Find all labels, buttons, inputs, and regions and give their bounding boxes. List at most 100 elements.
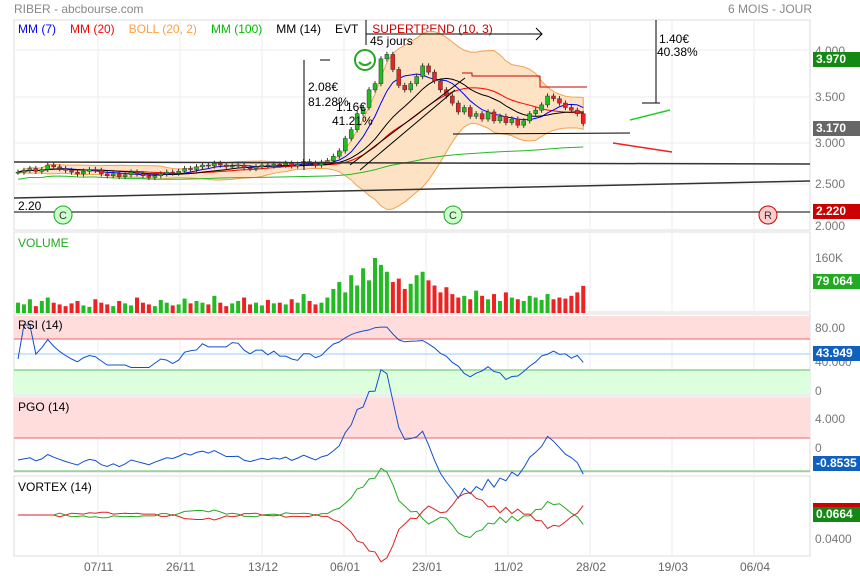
rsi-oversold-zone xyxy=(14,370,810,394)
days-label: 45 jours xyxy=(370,34,413,48)
candle xyxy=(259,164,265,168)
candle xyxy=(116,173,122,177)
candle xyxy=(289,163,294,167)
candle xyxy=(200,164,205,168)
rsi-tag: 43.949 xyxy=(813,346,860,361)
volume-bar xyxy=(438,292,443,313)
trendline xyxy=(13,161,811,165)
candle xyxy=(545,95,550,106)
candle xyxy=(75,171,80,175)
volume-bar xyxy=(396,278,401,313)
volume-bar xyxy=(378,264,383,313)
volume-bar xyxy=(551,299,556,313)
candle xyxy=(69,170,74,173)
candle xyxy=(33,168,39,172)
volume-bar xyxy=(63,306,68,313)
volume-bar xyxy=(295,302,300,313)
candle xyxy=(27,168,33,171)
volume-tick: 160K xyxy=(815,251,844,265)
price-tick: 2.000 xyxy=(815,219,846,233)
volume-bar xyxy=(21,304,26,313)
volume-bar xyxy=(176,304,181,313)
rsi-tick: 0 xyxy=(815,384,822,398)
candle xyxy=(110,173,116,176)
smiley-icon xyxy=(354,49,376,71)
volume-bar xyxy=(367,280,372,313)
candle xyxy=(212,163,217,167)
volume-bar xyxy=(200,302,205,313)
candle xyxy=(515,118,521,126)
volume-bar xyxy=(301,294,306,313)
candle xyxy=(99,170,104,175)
candle xyxy=(158,173,164,176)
volume-tag: 79 064 xyxy=(813,274,860,289)
volume-bar xyxy=(16,302,20,313)
candle xyxy=(15,171,21,174)
volume-bar xyxy=(81,305,86,313)
trendline xyxy=(452,132,631,135)
panel-rsi-title: RSI (14) xyxy=(18,318,63,332)
volume-bar xyxy=(331,288,336,313)
volume-bar xyxy=(486,299,491,313)
volume-bar xyxy=(373,258,377,313)
candle xyxy=(235,164,241,167)
gain2-pct: 41.21% xyxy=(332,114,373,128)
candle xyxy=(402,85,407,91)
volume-bar xyxy=(497,300,502,313)
volume-bar xyxy=(509,297,514,313)
candle xyxy=(456,102,461,113)
volume-bar xyxy=(450,294,455,313)
candle xyxy=(229,165,235,168)
candle xyxy=(497,116,503,122)
candle xyxy=(170,171,175,174)
candle xyxy=(569,107,574,111)
last-price-tag: 3.170 xyxy=(813,121,860,136)
smiley-icon xyxy=(358,61,372,66)
volume-bar xyxy=(69,303,74,313)
candle xyxy=(337,150,342,157)
forecast-down-arrow xyxy=(612,142,673,153)
candle xyxy=(122,174,128,177)
volume-bar xyxy=(182,298,187,313)
candle xyxy=(462,107,467,113)
candle xyxy=(295,163,300,167)
volume-bar xyxy=(307,300,312,313)
panel-pgo-title: PGO (14) xyxy=(18,400,70,414)
chart-svg: CCR xyxy=(13,19,811,563)
candle xyxy=(57,166,62,169)
volume-bar xyxy=(492,294,496,313)
candle xyxy=(539,104,544,111)
date-tick: 19/03 xyxy=(658,560,689,574)
candle xyxy=(378,58,384,84)
candle xyxy=(551,95,556,99)
forecast-up-arrow xyxy=(629,109,671,121)
candle xyxy=(473,113,479,117)
candle xyxy=(283,163,288,166)
candle xyxy=(224,164,229,168)
candle xyxy=(271,163,277,167)
price-tick: 3.000 xyxy=(815,136,846,150)
candle xyxy=(366,89,372,108)
price-tick: 2.500 xyxy=(815,177,846,191)
candle xyxy=(575,109,580,114)
rsi-overbought-zone xyxy=(14,316,810,339)
volume-bar xyxy=(259,305,264,313)
candle xyxy=(164,171,169,175)
date-tick: 13/12 xyxy=(248,560,279,574)
candle xyxy=(438,80,443,91)
volume-bar xyxy=(521,300,526,313)
volume-bar xyxy=(27,299,32,313)
candle xyxy=(432,71,437,82)
low-price-tag: 2.220 xyxy=(813,204,860,219)
volume-bar xyxy=(218,302,223,313)
volume-bar xyxy=(474,290,479,313)
volume-bar xyxy=(158,299,163,313)
candle xyxy=(313,163,318,166)
candle xyxy=(348,129,354,139)
volume-bar xyxy=(420,271,425,313)
volume-bar xyxy=(117,300,122,313)
signal-marker-label: C xyxy=(59,210,67,222)
volume-bar xyxy=(515,299,520,313)
volume-bar xyxy=(236,300,241,313)
candle xyxy=(45,164,50,170)
